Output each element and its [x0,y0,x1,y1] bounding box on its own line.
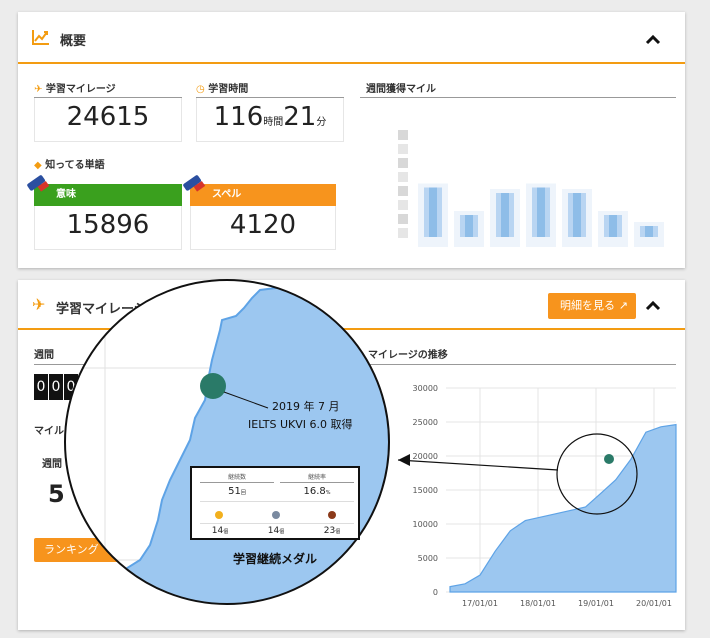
overview-header: 概要 [18,12,685,64]
meaning-tag: 意味 [34,184,182,206]
silver-medal-icon [272,511,280,519]
bronze-medal-count: 23個 [323,526,341,536]
study-time-label: ◷ 学習時間 [196,84,249,95]
weekly-axis-block [398,158,408,168]
study-mileage-label: ✈ 学習マイレージ [34,84,116,95]
y-tick-label: 30000 [413,384,438,393]
weekly-axis-block [398,214,408,224]
x-tick-label: 19/01/01 [578,599,614,608]
weekly-miles-label: 週間獲得マイル [366,84,436,95]
overview-card: 概要 ✈ 学習マイレージ 24615 ◷ 学習時間 116時間21分 週間獲得マ… [18,12,685,268]
medal-title: 学習継続メダル [232,552,317,566]
weekly-axis-block [398,200,408,210]
digit-counter: 000 [34,374,78,400]
mileage-area-series [449,423,677,593]
external-link-icon: ↗ [618,299,628,312]
spelling-value: 4120 [229,210,297,240]
clock-icon: ◷ [196,84,205,95]
view-details-button[interactable]: 明細を見る ↗ [548,293,636,319]
collapse-chevron-icon[interactable] [643,30,663,50]
weekly-miles-chart [398,130,664,247]
study-mileage-value: 24615 [66,102,150,132]
gold-medal-icon [215,511,223,519]
ranking-button[interactable]: ランキング [34,538,134,562]
weekly-axis-block [398,144,408,154]
medal-count: 51回 [228,486,246,497]
y-tick-label: 0 [433,588,438,597]
weekly-bar-core [429,187,437,237]
airplane-icon: ✈ [34,84,43,95]
mileage-header: ✈ 学習マイレージ 明細を見る ↗ [18,280,685,332]
meaning-value: 15896 [66,210,150,240]
weekly-bar-core [573,193,581,237]
gold-medal-count: 14個 [211,526,229,536]
silver-medal-count: 14個 [267,526,285,536]
annotation-date: 2019 年 7 月 [272,400,340,413]
weekly-label: 週間 [34,350,54,361]
mileage-trend-chart: 0 5000 10000 15000 20000 25000 30000 17/01/01 18… [413,384,677,608]
y-tick-label: 15000 [413,486,438,495]
known-words-label: ◆ 知ってる単語 [34,160,105,171]
collapse-chevron-icon[interactable] [643,296,663,316]
x-tick-label: 17/01/01 [462,599,498,608]
weekly-axis-block [398,130,408,140]
mileage-title: 学習マイレージ [56,302,147,317]
weekly-bar-core [501,193,509,237]
study-time-value: 116時間21分 [213,102,327,132]
weekly-bar-core [465,215,473,237]
airplane-icon: ✈ [32,295,46,314]
weekly-axis-block [398,228,408,238]
weekly-label-2: 週間 [42,459,62,470]
tag-icon: ◆ [34,160,42,171]
partial-number: 5 [48,480,65,508]
overview-title: 概要 [60,34,87,49]
weekly-axis-block [398,172,408,182]
x-tick-label: 20/01/01 [636,599,672,608]
x-tick-label: 18/01/01 [520,599,556,608]
weekly-bar-core [537,187,545,237]
bronze-medal-icon [328,511,336,519]
medal-panel: 継続数 継続率 51回 16.8% 14個 14個 23個 [190,466,360,540]
weekly-bar-core [645,226,653,237]
annotation-exam: IELTS UKVI 6.0 取得 [248,418,353,431]
y-tick-label: 10000 [413,520,438,529]
mile-label: マイル [34,426,64,437]
mileage-trend-label: マイレージの推移 [368,350,448,361]
weekly-axis-block [398,186,408,196]
y-tick-label: 20000 [413,452,438,461]
mileage-card: ✈ 学習マイレージ 明細を見る ↗ 週間 000 マイル 週間 5 ランキング … [18,280,685,630]
y-tick-label: 25000 [413,418,438,427]
y-tick-label: 5000 [418,554,438,563]
weekly-bar-core [609,215,617,237]
medal-rate: 16.8% [303,486,331,497]
spelling-tag: スペル [190,184,336,206]
trend-chart-icon [32,30,49,45]
